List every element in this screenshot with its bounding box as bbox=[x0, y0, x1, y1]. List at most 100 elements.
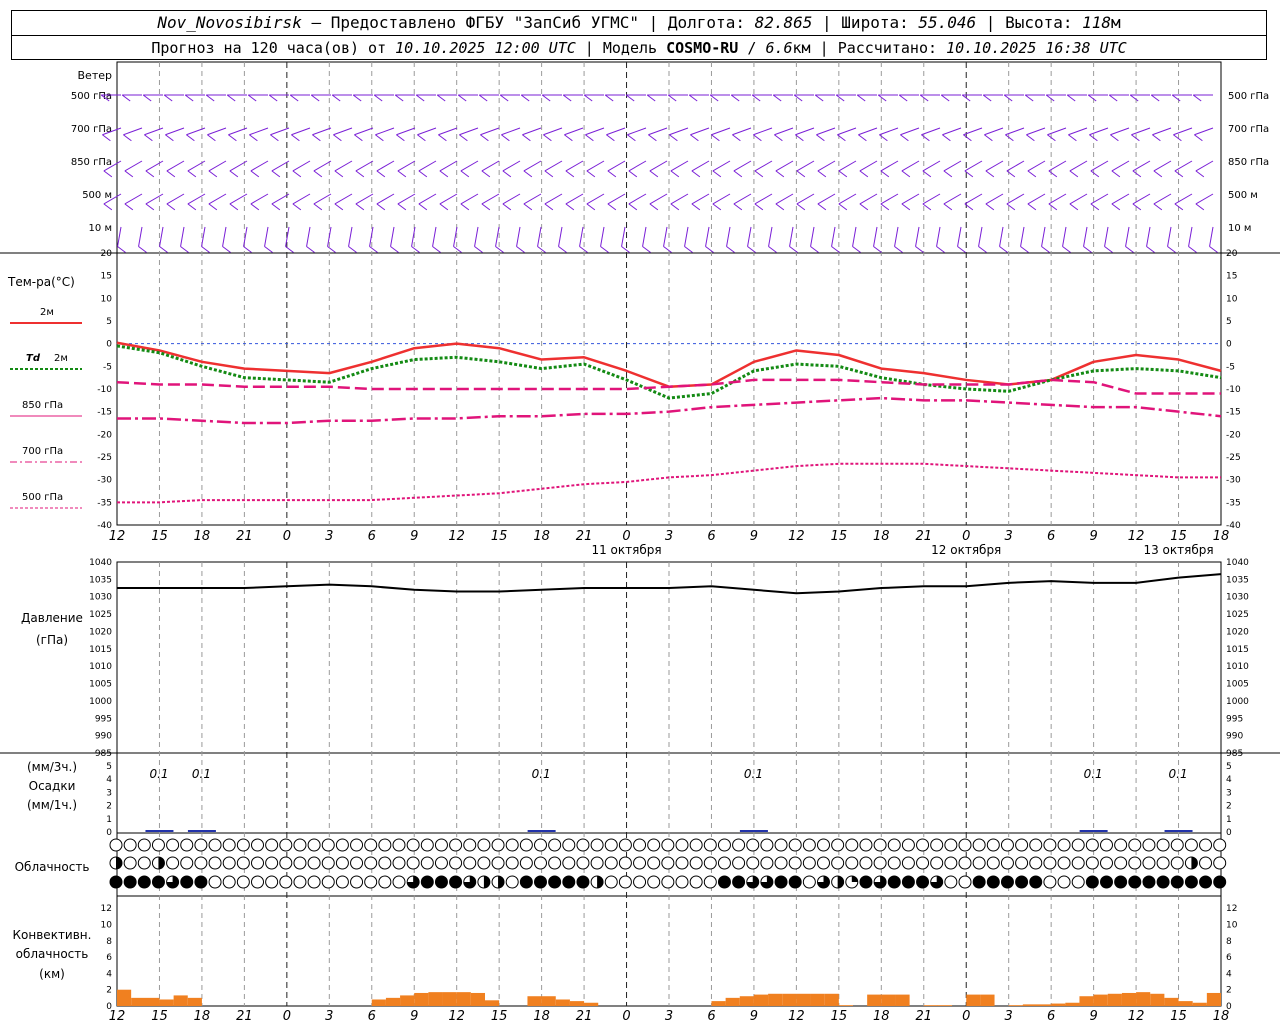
cloud-cover-symbol bbox=[703, 838, 717, 852]
temp-tick-left: -35 bbox=[97, 498, 112, 508]
hour-tick: 6 bbox=[1047, 529, 1055, 544]
wind-barb-flag bbox=[481, 203, 491, 211]
wind-barb-flag bbox=[124, 203, 134, 211]
cloud-cover-symbol bbox=[831, 856, 845, 870]
wind-barb-flag bbox=[523, 203, 533, 211]
wind-barb-flag bbox=[670, 203, 680, 211]
wind-barb bbox=[145, 193, 164, 205]
cloud-cover-fill bbox=[1142, 876, 1155, 888]
conv-tick-right: 8 bbox=[1226, 937, 1232, 947]
hour-tick: 18 bbox=[873, 529, 890, 544]
wind-barb bbox=[355, 160, 374, 172]
wind-barb-flag bbox=[1132, 170, 1142, 178]
cloud-cover-fill bbox=[180, 876, 193, 888]
wind-barb bbox=[817, 193, 836, 205]
conv-tick-right: 0 bbox=[1226, 1002, 1232, 1012]
convective-bar bbox=[371, 999, 386, 1006]
cloud-cover-symbol bbox=[590, 838, 604, 852]
wind-barb bbox=[579, 226, 584, 247]
temp-tick-left: -30 bbox=[97, 476, 112, 486]
wind-barb-flag bbox=[838, 203, 848, 211]
conv-tick-right: 6 bbox=[1226, 953, 1232, 963]
cloud-cover-symbol bbox=[774, 856, 788, 870]
cloud-cover-fill bbox=[1114, 876, 1127, 888]
wind-barb bbox=[796, 193, 815, 205]
temp-tick-left: -5 bbox=[103, 362, 112, 372]
wind-barb-flag bbox=[285, 246, 294, 253]
wind-barb-flag bbox=[772, 94, 782, 102]
wind-barb-flag bbox=[207, 134, 216, 142]
precip-tick-right: 1 bbox=[1226, 815, 1232, 825]
cloud-cover-symbol bbox=[1015, 838, 1029, 852]
wind-barb-flag bbox=[901, 170, 911, 178]
wind-barb bbox=[481, 160, 500, 172]
cloud-cover-symbol bbox=[633, 838, 647, 852]
convective-bar bbox=[1136, 992, 1151, 1006]
convective-bar bbox=[796, 993, 811, 1006]
cloud-cover-symbol bbox=[887, 856, 901, 870]
cloud-cover-symbol bbox=[1142, 856, 1156, 870]
cloud-cover-symbol bbox=[788, 856, 802, 870]
convective-bar bbox=[117, 989, 132, 1006]
wind-barb-flag bbox=[858, 134, 867, 142]
wind-barb bbox=[789, 226, 794, 247]
wind-barb bbox=[313, 193, 332, 205]
cloud-cover-symbol bbox=[1057, 856, 1071, 870]
cloud-cover-symbol bbox=[463, 856, 477, 870]
cloud-cover-fill bbox=[851, 876, 858, 882]
wind-barb bbox=[649, 193, 668, 205]
wind-barb bbox=[124, 160, 143, 172]
cloud-cover-symbol bbox=[1170, 856, 1184, 870]
wind-barb-flag bbox=[117, 246, 126, 253]
wind-barb-flag bbox=[1132, 203, 1142, 211]
wind-barb bbox=[249, 127, 269, 136]
convective-bar bbox=[428, 992, 443, 1006]
hour-tick: 12 bbox=[448, 529, 465, 544]
wind-barb bbox=[523, 160, 542, 172]
cloud-cover-symbol bbox=[689, 856, 703, 870]
wind-barb-flag bbox=[684, 246, 693, 253]
temp-tick-right: -35 bbox=[1226, 498, 1241, 508]
cloud-cover-fill bbox=[520, 876, 533, 888]
cloud-cover-symbol bbox=[434, 856, 448, 870]
wind-barb-flag bbox=[711, 134, 720, 142]
cloud-cover-symbol bbox=[859, 838, 873, 852]
pressure-tick-left: 985 bbox=[95, 749, 112, 759]
cloud-cover-symbol bbox=[449, 838, 463, 852]
cloud-cover-fill bbox=[837, 876, 844, 888]
wind-barb-flag bbox=[691, 203, 701, 211]
cloud-cover-symbol bbox=[321, 856, 335, 870]
wind-barb bbox=[726, 226, 731, 247]
precip-tick-left: 5 bbox=[106, 762, 112, 772]
temp-tick-left: -15 bbox=[97, 408, 112, 418]
wind-barb bbox=[942, 127, 962, 136]
cloud-cover-symbol bbox=[434, 838, 448, 852]
wind-barb-flag bbox=[712, 170, 722, 178]
wind-barb-flag bbox=[691, 170, 701, 178]
wind-barb-flag bbox=[327, 246, 336, 253]
wind-barb-flag bbox=[936, 246, 945, 253]
cloud-cover-symbol bbox=[604, 875, 618, 889]
wind-barb bbox=[753, 127, 773, 136]
cloud-cover-symbol bbox=[873, 838, 887, 852]
wind-barb-flag bbox=[712, 203, 722, 211]
series-t700 bbox=[117, 396, 1222, 425]
wind-barb bbox=[978, 226, 983, 247]
wind-barb bbox=[985, 160, 1004, 172]
wind-barb-flag bbox=[313, 170, 323, 178]
convective-bar bbox=[980, 994, 995, 1006]
wind-barb bbox=[292, 160, 311, 172]
cloud-cover-symbol bbox=[717, 838, 731, 852]
wind-barb bbox=[186, 127, 206, 136]
precip-value-label: 0.1 bbox=[532, 767, 551, 781]
wind-barb-flag bbox=[1087, 94, 1097, 102]
cloud-cover-symbol bbox=[519, 856, 533, 870]
wind-barb-flag bbox=[1150, 94, 1160, 102]
wind-barb-flag bbox=[478, 94, 488, 102]
wind-barb bbox=[1041, 226, 1046, 247]
cloud-cover-symbol bbox=[137, 838, 151, 852]
cloud-cover-symbol bbox=[1184, 838, 1198, 852]
cloud-cover-symbol bbox=[1071, 875, 1085, 889]
wind-barb bbox=[495, 226, 500, 247]
wind-barb-flag bbox=[985, 170, 995, 178]
